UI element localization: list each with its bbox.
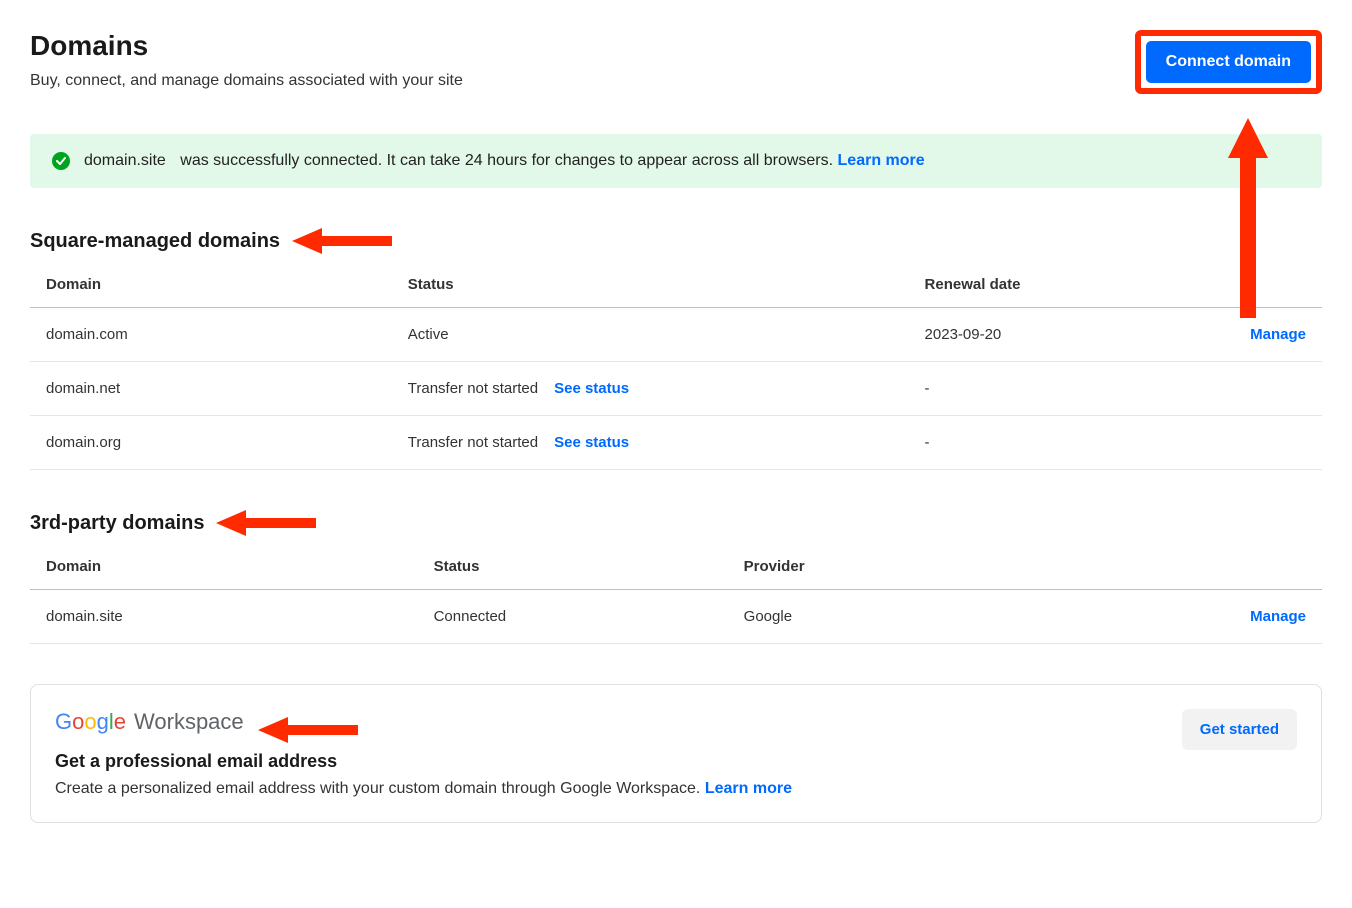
connect-domain-button[interactable]: Connect domain (1145, 40, 1312, 84)
google-workspace-logo: Google Workspace (55, 709, 244, 735)
get-started-button[interactable]: Get started (1182, 709, 1297, 750)
table-row: domain.orgTransfer not startedSee status… (30, 416, 1322, 470)
see-status-link[interactable]: See status (554, 434, 629, 451)
workspace-body: Create a personalized email address with… (55, 780, 1182, 798)
cell-renewal: - (909, 416, 1193, 470)
col-domain: Domain (30, 262, 392, 308)
success-banner: domain.site was successfully connected. … (30, 134, 1322, 188)
col-status: Status (392, 262, 909, 308)
cell-renewal: - (909, 362, 1193, 416)
manage-link[interactable]: Manage (1250, 608, 1306, 625)
banner-domain: domain.site (84, 152, 166, 169)
banner-text: domain.site was successfully connected. … (84, 152, 925, 170)
table-row: domain.siteConnectedGoogle Manage (30, 590, 1322, 644)
third-party-title: 3rd-party domains (30, 512, 204, 535)
cell-domain: domain.com (30, 308, 392, 362)
see-status-link[interactable]: See status (554, 380, 629, 397)
third-party-heading: 3rd-party domains (30, 510, 1322, 536)
cell-domain: domain.org (30, 416, 392, 470)
google-workspace-card: Google Workspace Get a professional emai… (30, 684, 1322, 823)
header-text: Domains Buy, connect, and manage domains… (30, 30, 463, 90)
cell-status: Active (392, 308, 909, 362)
col-domain: Domain (30, 544, 418, 590)
table-row: domain.comActive2023-09-20 Manage (30, 308, 1322, 362)
square-managed-title: Square-managed domains (30, 230, 280, 253)
square-managed-heading: Square-managed domains (30, 228, 1322, 254)
annotation-arrow-left-icon (292, 228, 392, 254)
col-renewal: Renewal date (909, 262, 1193, 308)
table-row: domain.netTransfer not startedSee status… (30, 362, 1322, 416)
annotation-highlight-box: Connect domain (1135, 30, 1322, 94)
cell-provider: Google (728, 590, 1193, 644)
manage-link[interactable]: Manage (1250, 326, 1306, 343)
col-provider: Provider (728, 544, 1193, 590)
cell-status: Transfer not startedSee status (392, 416, 909, 470)
page-title: Domains (30, 30, 463, 62)
page-header: Domains Buy, connect, and manage domains… (30, 30, 1322, 94)
third-party-domains-table: Domain Status Provider domain.siteConnec… (30, 544, 1322, 644)
cell-status: Transfer not startedSee status (392, 362, 909, 416)
workspace-body-text: Create a personalized email address with… (55, 780, 700, 797)
banner-message: was successfully connected. It can take … (180, 152, 833, 169)
annotation-arrow-left-icon (216, 510, 316, 536)
cell-domain: domain.site (30, 590, 418, 644)
page-subtitle: Buy, connect, and manage domains associa… (30, 72, 463, 90)
cell-renewal: 2023-09-20 (909, 308, 1193, 362)
workspace-heading: Get a professional email address (55, 751, 1182, 772)
square-domains-table: Domain Status Renewal date domain.comAct… (30, 262, 1322, 470)
banner-learn-more-link[interactable]: Learn more (838, 152, 925, 169)
workspace-learn-more-link[interactable]: Learn more (705, 780, 792, 797)
annotation-arrow-left-icon (258, 717, 358, 743)
col-status: Status (418, 544, 728, 590)
check-circle-icon (52, 152, 70, 170)
cell-domain: domain.net (30, 362, 392, 416)
cell-status: Connected (418, 590, 728, 644)
